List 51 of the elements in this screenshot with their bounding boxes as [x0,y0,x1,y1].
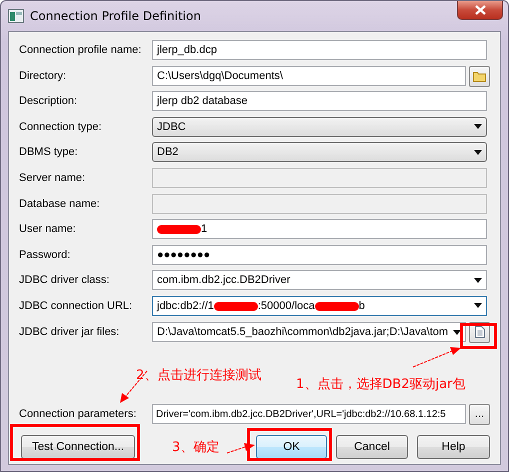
field-label: Description: [19,95,78,108]
browse-folder-button[interactable] [469,66,490,87]
close-icon [474,5,486,15]
redaction-mark [314,302,359,311]
field-label: Server name: [19,172,86,184]
dialog-button[interactable]: Test Connection... [21,434,135,459]
redaction-mark [157,224,201,234]
password-field[interactable]: ●●●●●●●● [152,244,487,265]
dialog-button[interactable]: Help [417,434,490,459]
window-title: Connection Profile Definition [30,9,201,23]
combo-field[interactable]: D:\Java\tomcat5.5_baozhi\common\db2java.jar;D:\Java\tom [152,322,466,342]
field-label: DBMS type: [19,146,79,158]
field-label: JDBC driver class: [19,274,110,286]
field-label: JDBC connection URL: [19,300,134,312]
annotation-arrow [226,443,255,454]
ellipsis-button[interactable]: ... [469,404,490,425]
annotation-text: 2、点击进行连接测试 [136,367,262,384]
combo-field[interactable]: com.ibm.db2.jcc.DB2Driver [152,270,487,290]
text-field[interactable]: jlerp db2 database [152,91,487,112]
field-label: Database name: [19,198,101,210]
field-label: Password: [19,248,72,261]
combo-field[interactable]: jdbc:db2://1 :50000/loca b [152,296,487,316]
field-label: Connection parameters: [19,408,138,420]
field-label: User name: [19,223,77,236]
annotation-text: 1、点击，选择DB2驱动jar包 [296,376,466,393]
app-icon [8,9,24,23]
dialog-button[interactable]: OK [256,434,327,459]
text-field[interactable]: C:\Users\dgq\Documents\ [152,66,466,86]
field-label: JDBC driver jar files: [19,326,120,338]
redaction-mark [214,302,258,311]
field-label: Connection type: [19,120,103,133]
text-field[interactable]: jlerp_db.dcp [152,40,487,60]
dialog-button[interactable]: Cancel [336,434,408,459]
dropdown[interactable]: JDBC [152,116,487,137]
dropdown-arrow-icon [474,150,482,155]
dropdown-arrow-icon [474,303,482,308]
field-label: Directory: [19,70,68,82]
dropdown-arrow-icon [474,124,482,130]
dropdown[interactable]: DB2 [152,142,487,162]
document-icon [474,326,484,338]
annotation-arrow [412,347,461,368]
highlight-frame [460,323,497,349]
field-label: Connection profile name: [19,44,142,56]
dropdown-arrow-icon [474,278,482,283]
text-field[interactable]: 1 [152,219,487,240]
annotation-arrow [120,370,148,403]
dropdown-arrow-icon [453,330,461,335]
folder-icon [473,70,486,82]
annotation-text: 3、确定 [172,439,220,456]
close-button[interactable] [457,1,503,20]
text-field[interactable]: Driver='com.ibm.db2.jcc.DB2Driver',URL='jdbc:db2://10.68.1.12:5 [152,404,466,424]
